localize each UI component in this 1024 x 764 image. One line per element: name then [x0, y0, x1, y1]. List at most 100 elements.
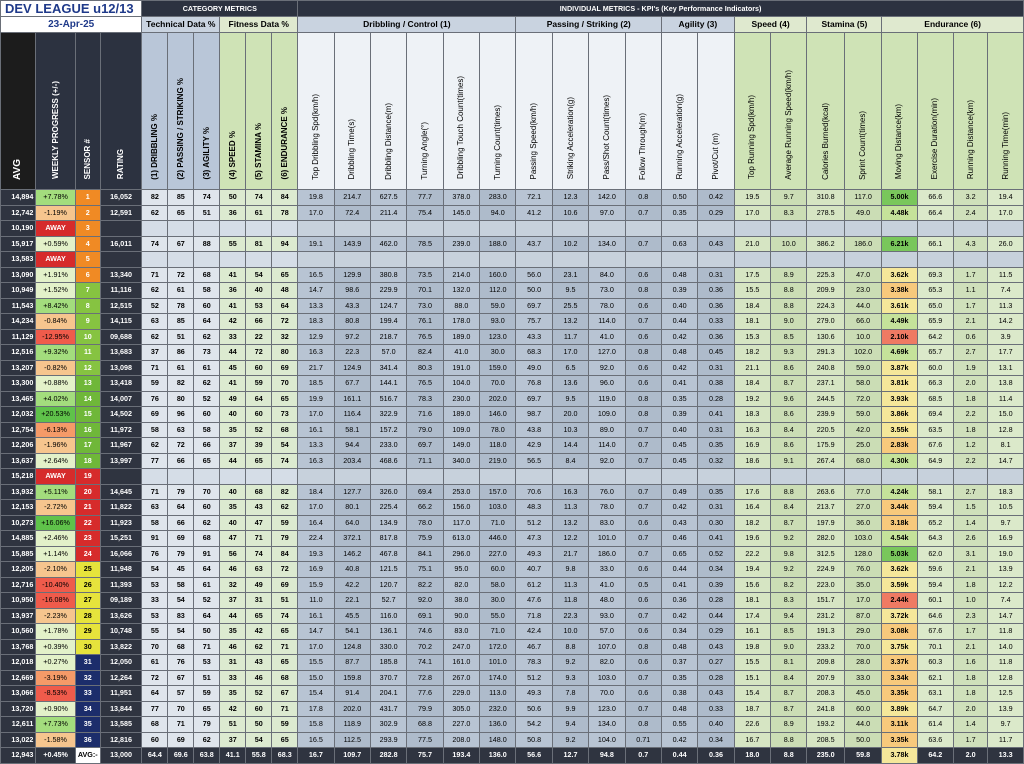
- kpi-value: 87.0: [843, 607, 883, 624]
- column-header-label: Dribbling Time(s): [347, 119, 357, 180]
- kpi-value: 36.0: [843, 514, 883, 531]
- category-percent: 76: [141, 390, 169, 407]
- sensor-number: 25: [74, 561, 101, 578]
- column-header-label: Follow Through(m): [638, 112, 648, 180]
- kpi-value: 17.0: [551, 344, 590, 361]
- table-row: 12,611 +7.73% 35 13,585 68 71 79 51 50 59 15.8 118.…: [0, 716, 1024, 733]
- category-percent: 52: [193, 390, 221, 407]
- empty-cell: [987, 220, 1024, 237]
- rating-cell: 16,066: [99, 545, 143, 562]
- category-percent: 74: [271, 452, 299, 469]
- table-row: 13,768 +0.39% 30 13,822 70 68 71 46 62 71 17.0 124.…: [0, 638, 1024, 655]
- kpi-value: 0.43: [697, 235, 735, 252]
- table-row: 13,932 +5.11% 20 14,645 71 79 70 40 68 82 18.4 127.…: [0, 483, 1024, 500]
- column-header-27: Running Distance(km): [952, 32, 989, 190]
- weekly-progress: +9.32%: [35, 344, 76, 361]
- rating-cell: 12,591: [99, 204, 143, 221]
- kpi-value: 98.7: [515, 406, 553, 423]
- kpi-value: 57.0: [588, 623, 626, 640]
- kpi-value: 10.0: [770, 235, 808, 252]
- kpi-value: 5.03k: [881, 545, 918, 562]
- column-header-12: Turning Angle(°): [406, 32, 444, 190]
- category-percent: 36: [219, 282, 247, 299]
- fitness-data-header: Fitness Data %: [219, 16, 299, 33]
- kpi-value: 17.0: [843, 592, 883, 609]
- category-percent: 59: [271, 716, 299, 733]
- category-percent: 51: [167, 328, 195, 345]
- empty-cell: [406, 468, 444, 485]
- kpi-value: 4.69k: [881, 344, 918, 361]
- kpi-value: 10.6: [551, 204, 590, 221]
- kpi-value: 0.6: [624, 266, 662, 283]
- empty-cell: [916, 468, 955, 485]
- kpi-value: 59.0: [843, 359, 883, 376]
- empty-cell: [916, 251, 955, 268]
- column-header-4: (2) PASSING / STRIKING %: [167, 32, 195, 190]
- kpi-value: 15.0: [297, 669, 335, 686]
- column-header-20: Pivot/Cut (m): [697, 32, 735, 190]
- rating-cell: 12,816: [99, 731, 143, 748]
- kpi-value: 0.37: [660, 654, 699, 671]
- rating-cell: [99, 220, 143, 237]
- kpi-value: 9.0: [770, 638, 808, 655]
- kpi-value: 0.55: [660, 716, 699, 733]
- kpi-value: 9.6: [770, 390, 808, 407]
- kpi-value: 224.9: [806, 561, 845, 578]
- kpi-value: 66.0: [843, 313, 883, 330]
- category-percent: 72: [167, 266, 195, 283]
- footer-kpi-avg: 235.0: [806, 747, 845, 764]
- column-header-label: Pass/Shot Count(times): [601, 95, 611, 180]
- category-percent: 68: [141, 716, 169, 733]
- category-percent: 52: [245, 685, 273, 702]
- kpi-value: 462.0: [369, 235, 408, 252]
- kpi-value: 310.8: [806, 189, 845, 206]
- column-header-label: Dribbling Touch Count(times): [456, 76, 466, 180]
- empty-cell: [624, 251, 662, 268]
- kpi-value: 3.08k: [881, 623, 918, 640]
- category-percent: 67: [167, 669, 195, 686]
- category-percent: 43: [245, 654, 273, 671]
- kpi-value: 202.0: [479, 390, 517, 407]
- empty-cell: [297, 251, 335, 268]
- kpi-value: 0.7: [624, 313, 662, 330]
- kpi-value: 77.6: [406, 685, 444, 702]
- column-header-label: Turning Count(times): [492, 104, 502, 180]
- column-header-label: (3) AGILITY %: [201, 127, 211, 180]
- category-percent: 68: [245, 483, 273, 500]
- kpi-value: 71.0: [479, 623, 517, 640]
- kpi-value: 817.8: [369, 530, 408, 547]
- kpi-value: 103.0: [843, 530, 883, 547]
- kpi-value: 0.31: [697, 421, 735, 438]
- kpi-value: 73.5: [406, 266, 444, 283]
- kpi-value: 0.42: [660, 328, 699, 345]
- table-row: 13,720 +0.90% 34 13,844 77 70 65 42 60 71 17.8 202.…: [0, 700, 1024, 717]
- footer-kpi-avg: 56.6: [515, 747, 553, 764]
- kpi-value: 1.7: [952, 297, 989, 314]
- category-percent: 91: [193, 545, 221, 562]
- kpi-value: 9.4: [770, 607, 808, 624]
- empty-cell: [442, 220, 481, 237]
- category-percent: 88: [193, 235, 221, 252]
- table-row: 13,937 -2.23% 28 13,626 53 83 64 44 65 74 16.1 45.5…: [0, 607, 1024, 624]
- category-percent: 60: [193, 297, 221, 314]
- column-header-18: Follow Through(m): [624, 32, 662, 190]
- kpi-value: 16.1: [297, 607, 335, 624]
- kpi-value: 63.5: [916, 421, 955, 438]
- category-percent: 42: [219, 700, 247, 717]
- stamina-group-header: Stamina (5): [806, 16, 883, 33]
- kpi-value: 75.9: [406, 530, 444, 547]
- kpi-value: 0.6: [624, 654, 662, 671]
- kpi-value: 104.0: [588, 731, 626, 748]
- kpi-value: 326.0: [369, 483, 408, 500]
- category-percent: 72: [271, 313, 299, 330]
- kpi-value: 0.29: [697, 623, 735, 640]
- category-percent: 54: [271, 437, 299, 454]
- category-percent: 48: [271, 282, 299, 299]
- kpi-value: 149.0: [442, 437, 481, 454]
- kpi-value: 233.2: [806, 638, 845, 655]
- kpi-value: 0.35: [660, 204, 699, 221]
- sensor-number: 3: [74, 220, 101, 237]
- kpi-value: 0.6: [624, 328, 662, 345]
- kpi-value: 148.0: [479, 731, 517, 748]
- kpi-value: 197.9: [806, 514, 845, 531]
